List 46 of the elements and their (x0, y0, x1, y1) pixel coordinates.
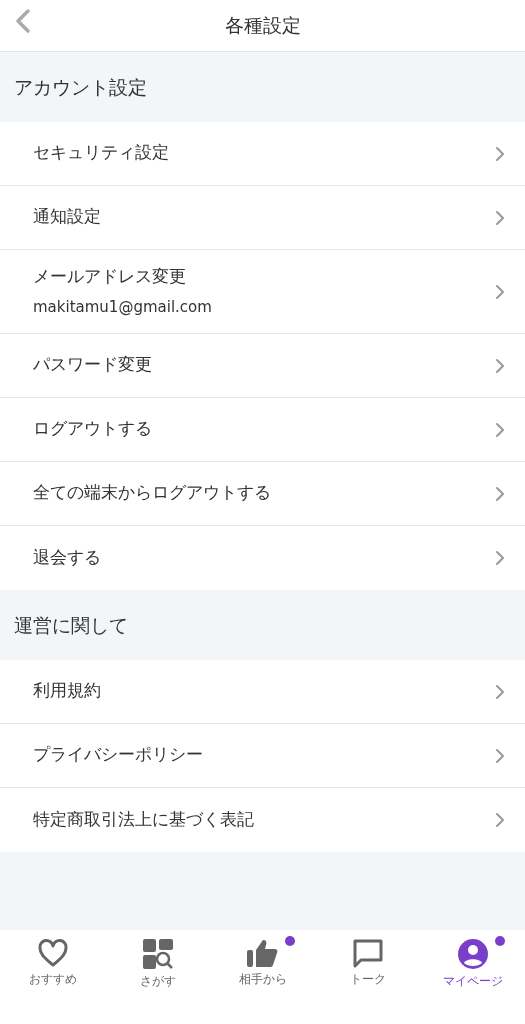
item-label: ログアウトする (33, 418, 153, 441)
profile-icon (456, 938, 489, 970)
email-text: makitamu1@gmail.com (33, 296, 213, 318)
section-title: アカウント設定 (14, 74, 147, 100)
back-button[interactable] (14, 8, 32, 34)
item-label: メールアドレス変更 (33, 265, 187, 288)
chevron-right-icon (495, 812, 505, 828)
settings-item[interactable]: 特定商取引法上に基づく表記 (0, 788, 525, 852)
settings-item[interactable]: 退会する (0, 526, 525, 590)
settings-item[interactable]: メールアドレス変更 makitamu1@gmail.com (0, 250, 525, 334)
section-title: 運営に関して (14, 612, 128, 638)
item-label: 特定商取引法上に基づく表記 (33, 808, 255, 831)
chevron-right-icon (495, 209, 505, 226)
item-label: セキュリティ設定 (33, 142, 170, 165)
chevron-right-icon (495, 421, 505, 438)
settings-item[interactable]: パスワード変更 (0, 334, 525, 398)
heart-icon (36, 938, 69, 968)
chevron-right-icon (495, 485, 505, 502)
settings-item[interactable]: セキュリティ設定 (0, 122, 525, 186)
tab-button[interactable]: マイページ (420, 930, 525, 1024)
page-title: 各種設定 (224, 13, 301, 39)
settings-item[interactable]: 通知設定 (0, 186, 525, 250)
tab-button[interactable]: トーク (315, 930, 420, 1024)
tab-button[interactable]: さがす (105, 930, 210, 1024)
chevron-right-icon (495, 357, 505, 374)
settings-item[interactable]: 利用規約 (0, 660, 525, 724)
settings-item[interactable]: プライバシーポリシー (0, 724, 525, 788)
chevron-right-icon (495, 683, 505, 700)
item-label: プライバシーポリシー (33, 744, 204, 767)
grid-search-icon (141, 938, 174, 970)
thumbs-up-icon (245, 938, 280, 968)
item-label: 退会する (33, 546, 102, 569)
back-icon (14, 8, 32, 34)
tab-button[interactable]: 相手から (210, 930, 315, 1024)
item-label: 全ての端末からログアウトする (33, 482, 272, 505)
settings-item[interactable]: ログアウトする (0, 398, 525, 462)
chat-icon (351, 938, 384, 968)
item-label: 通知設定 (33, 206, 102, 229)
chevron-right-icon (495, 747, 505, 764)
chevron-right-icon (495, 145, 505, 162)
tab-button[interactable]: おすすめ (0, 930, 105, 1024)
item-label: 利用規約 (33, 680, 102, 703)
chevron-right-icon (495, 283, 505, 300)
chevron-right-icon (495, 550, 505, 566)
item-label: パスワード変更 (33, 354, 153, 377)
settings-item[interactable]: 全ての端末からログアウトする (0, 462, 525, 526)
